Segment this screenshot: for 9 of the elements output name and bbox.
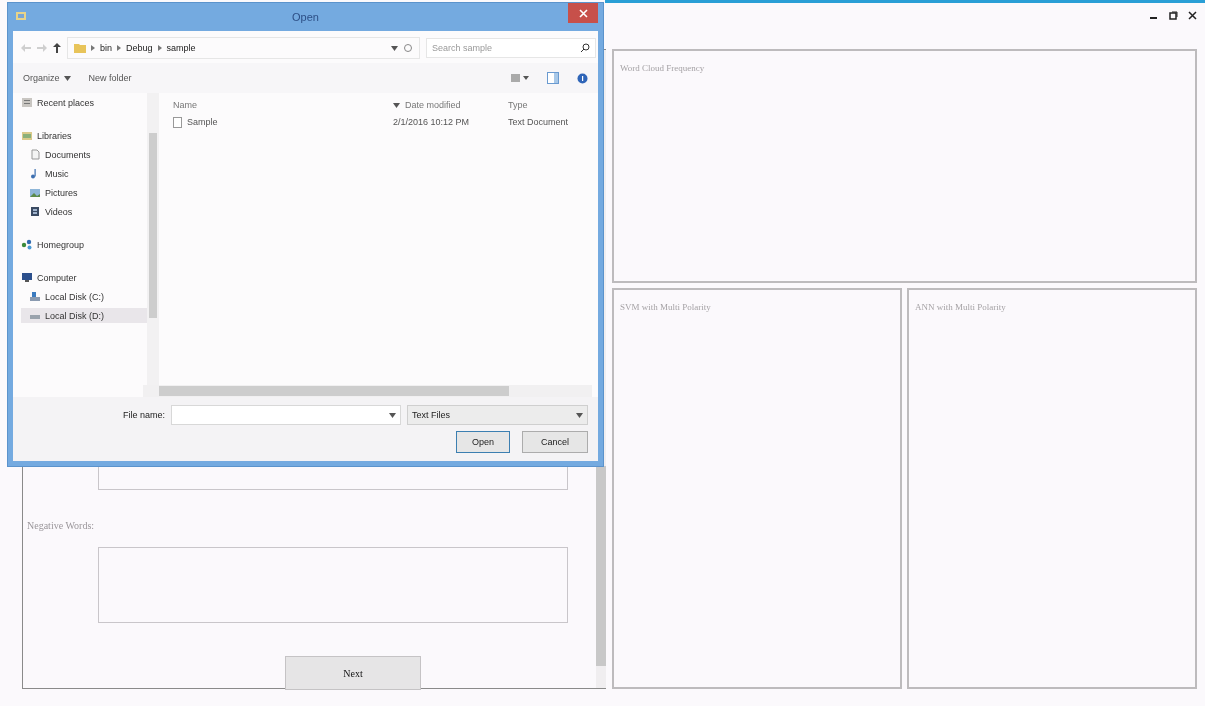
dialog-title: Open <box>292 11 319 23</box>
file-type: Text Document <box>508 117 570 127</box>
panel-title: Word Cloud Frequency <box>620 63 705 73</box>
file-date: 2/1/2016 10:12 PM <box>393 117 471 127</box>
panel-title: SVM with Multi Polarity <box>620 302 711 312</box>
field-label: Negative Words: <box>27 520 96 531</box>
panel-title: ANN with Multi Polarity <box>915 302 1006 312</box>
file-name: Sample <box>187 117 218 127</box>
file-name-label: File name: <box>123 410 166 420</box>
